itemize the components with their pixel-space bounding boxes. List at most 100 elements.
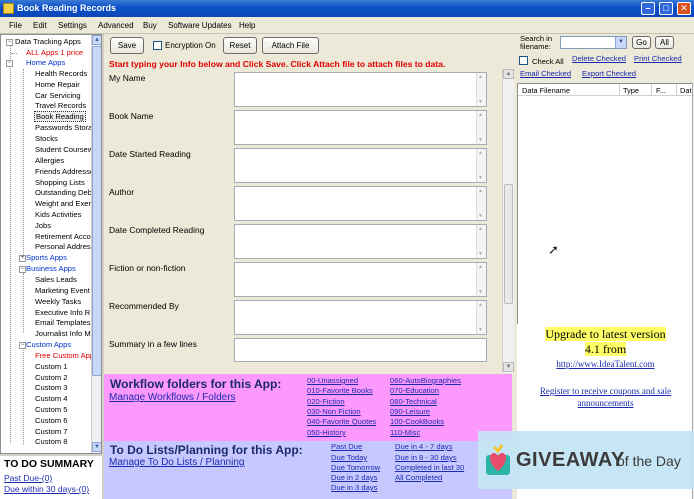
todo-filter-link[interactable]: Completed in last 30 bbox=[395, 463, 464, 472]
encryption-checkbox[interactable] bbox=[153, 41, 162, 50]
tree-item-retirement-accounts[interactable]: Retirement Acco bbox=[35, 232, 91, 241]
fiction-field[interactable] bbox=[234, 262, 487, 297]
scroll-up-icon[interactable]: ▲ bbox=[503, 69, 514, 79]
files-table[interactable]: Data Filename Type F... Dat ➚ bbox=[517, 83, 694, 351]
tree-item-shopping-lists[interactable]: Shopping Lists bbox=[35, 178, 85, 187]
todo-filter-link[interactable]: Due in 3 days bbox=[331, 483, 377, 492]
tree-item-custom-8[interactable]: Custom 8 bbox=[35, 437, 68, 446]
dropdown-arrow-icon[interactable]: ▼ bbox=[615, 37, 626, 48]
email-checked-link[interactable]: Email Checked bbox=[520, 69, 571, 78]
workflow-folder-link[interactable]: 010-Favorite Books bbox=[307, 386, 373, 395]
maximize-button[interactable]: □ bbox=[659, 2, 673, 15]
tree-item-weekly-tasks[interactable]: Weekly Tasks bbox=[35, 297, 81, 306]
tree-collapse-icon[interactable]: − bbox=[19, 266, 26, 273]
menu-software-updates[interactable]: Software Updates bbox=[168, 21, 232, 30]
reset-button[interactable]: Reset bbox=[223, 37, 257, 54]
tree-item-data-tracking-apps[interactable]: Data Tracking Apps bbox=[15, 37, 81, 46]
workflow-folder-link[interactable]: 030-Non Fiction bbox=[307, 407, 361, 416]
tree-item-all-apps[interactable]: ALL Apps 1 price bbox=[26, 48, 83, 57]
tree-item-business-apps[interactable]: Business Apps bbox=[26, 264, 76, 273]
menu-buy[interactable]: Buy bbox=[143, 21, 157, 30]
menu-help[interactable]: Help bbox=[239, 21, 255, 30]
tree-scrollbar[interactable]: ▲ ▼ bbox=[91, 35, 101, 453]
todo-filter-link[interactable]: All Completed bbox=[395, 473, 442, 482]
recommended-by-field[interactable] bbox=[234, 300, 487, 335]
tree-item-custom-3[interactable]: Custom 3 bbox=[35, 383, 68, 392]
form-scrollbar[interactable]: ▲ ▼ bbox=[502, 69, 514, 373]
tree-collapse-icon[interactable]: − bbox=[19, 342, 26, 349]
workflow-folder-link[interactable]: 080-Technical bbox=[390, 397, 437, 406]
workflow-folder-link[interactable]: 020-Fiction bbox=[307, 397, 345, 406]
my-name-field[interactable] bbox=[234, 72, 487, 107]
tree-item-weight-exercise[interactable]: Weight and Exer bbox=[35, 199, 91, 208]
todo-filter-link[interactable]: Due in 8 - 30 days bbox=[395, 453, 457, 462]
tree-item-sports-apps[interactable]: Sports Apps bbox=[26, 253, 67, 262]
minimize-button[interactable]: – bbox=[641, 2, 655, 15]
scroll-down-icon[interactable]: ▼ bbox=[503, 362, 514, 372]
tree-item-allergies[interactable]: Allergies bbox=[35, 156, 64, 165]
todo-filter-link[interactable]: Due in 4 - 7 days bbox=[395, 442, 452, 451]
form-scroll-thumb[interactable] bbox=[504, 184, 513, 304]
book-name-field[interactable] bbox=[234, 110, 487, 145]
tree-item-travel-records[interactable]: Travel Records bbox=[35, 101, 86, 110]
workflow-folder-link[interactable]: 040-Favorite Quotes bbox=[307, 417, 376, 426]
tree-item-jobs[interactable]: Jobs bbox=[35, 221, 51, 230]
summary-field[interactable] bbox=[234, 338, 487, 362]
date-completed-field[interactable] bbox=[234, 224, 487, 259]
workflow-folder-link[interactable]: 110-Misc bbox=[390, 428, 420, 437]
tree-collapse-icon[interactable]: − bbox=[6, 60, 13, 67]
manage-todo-link[interactable]: Manage To Do Lists / Planning bbox=[109, 457, 244, 468]
register-coupons-link[interactable]: Register to receive coupons and sale ann… bbox=[523, 385, 688, 409]
manage-workflows-link[interactable]: Manage Workflows / Folders bbox=[109, 392, 236, 403]
ideatalent-link[interactable]: http://www.IdeaTalent.com bbox=[517, 359, 694, 369]
workflow-folder-link[interactable]: 090-Leisure bbox=[390, 407, 430, 416]
tree-item-custom-5[interactable]: Custom 5 bbox=[35, 405, 68, 414]
tree-item-custom-2[interactable]: Custom 2 bbox=[35, 373, 68, 382]
menu-settings[interactable]: Settings bbox=[58, 21, 87, 30]
menu-advanced[interactable]: Advanced bbox=[98, 21, 134, 30]
tree-item-sales-leads[interactable]: Sales Leads bbox=[35, 275, 77, 284]
tree-item-custom-apps[interactable]: Custom Apps bbox=[26, 340, 71, 349]
search-input[interactable]: ▼ bbox=[560, 36, 627, 49]
all-button[interactable]: All bbox=[655, 36, 674, 49]
tree-item-health-records[interactable]: Health Records bbox=[35, 69, 87, 78]
tree-item-stocks[interactable]: Stocks bbox=[35, 134, 58, 143]
column-header-date[interactable]: Dat bbox=[680, 86, 692, 95]
export-checked-link[interactable]: Export Checked bbox=[582, 69, 636, 78]
column-header-f[interactable]: F... bbox=[656, 86, 666, 95]
todo-filter-link[interactable]: Due Tomorrow bbox=[331, 463, 380, 472]
tree-item-journalist-info[interactable]: Journalist Info M bbox=[35, 329, 91, 338]
due-30-days-link[interactable]: Due within 30 days-(0) bbox=[4, 484, 89, 494]
tree-item-free-custom-app[interactable]: Free Custom App bbox=[35, 351, 94, 360]
tree-item-executive-info[interactable]: Executive Info R bbox=[35, 308, 90, 317]
go-button[interactable]: Go bbox=[632, 36, 651, 49]
save-button[interactable]: Save bbox=[110, 37, 144, 54]
apps-tree[interactable]: − Data Tracking Apps ALL Apps 1 price − … bbox=[0, 34, 102, 454]
close-button[interactable]: ✕ bbox=[677, 2, 691, 15]
check-all-checkbox[interactable] bbox=[519, 56, 528, 65]
workflow-folder-link[interactable]: 00-Unassigned bbox=[307, 376, 358, 385]
tree-item-book-reading[interactable]: Book Reading bbox=[34, 111, 86, 122]
column-header-type[interactable]: Type bbox=[623, 86, 639, 95]
menu-file[interactable]: File bbox=[9, 21, 22, 30]
tree-item-car-servicing[interactable]: Car Servicing bbox=[35, 91, 81, 100]
tree-item-custom-4[interactable]: Custom 4 bbox=[35, 394, 68, 403]
scroll-down-icon[interactable]: ▼ bbox=[92, 442, 101, 452]
workflow-folder-link[interactable]: 070-Education bbox=[390, 386, 439, 395]
workflow-folder-link[interactable]: 060-AutoBiographies bbox=[390, 376, 461, 385]
tree-collapse-icon[interactable]: − bbox=[6, 39, 13, 46]
tree-item-personal-addresses[interactable]: Personal Addres bbox=[35, 242, 91, 251]
tree-item-marketing-events[interactable]: Marketing Event bbox=[35, 286, 90, 295]
delete-checked-link[interactable]: Delete Checked bbox=[572, 54, 626, 63]
tree-item-custom-1[interactable]: Custom 1 bbox=[35, 362, 68, 371]
todo-filter-link[interactable]: Due Today bbox=[331, 453, 367, 462]
workflow-folder-link[interactable]: 100-CookBooks bbox=[390, 417, 444, 426]
tree-item-custom-6[interactable]: Custom 6 bbox=[35, 416, 68, 425]
tree-scroll-thumb[interactable] bbox=[92, 46, 101, 376]
tree-item-email-templates[interactable]: Email Templates bbox=[35, 318, 91, 327]
todo-filter-link[interactable]: Due in 2 days bbox=[331, 473, 377, 482]
tree-item-kids-activities[interactable]: Kids Activities bbox=[35, 210, 81, 219]
past-due-link[interactable]: Past Due-(0) bbox=[4, 473, 52, 483]
menu-edit[interactable]: Edit bbox=[33, 21, 47, 30]
todo-filter-link[interactable]: Past Due bbox=[331, 442, 362, 451]
